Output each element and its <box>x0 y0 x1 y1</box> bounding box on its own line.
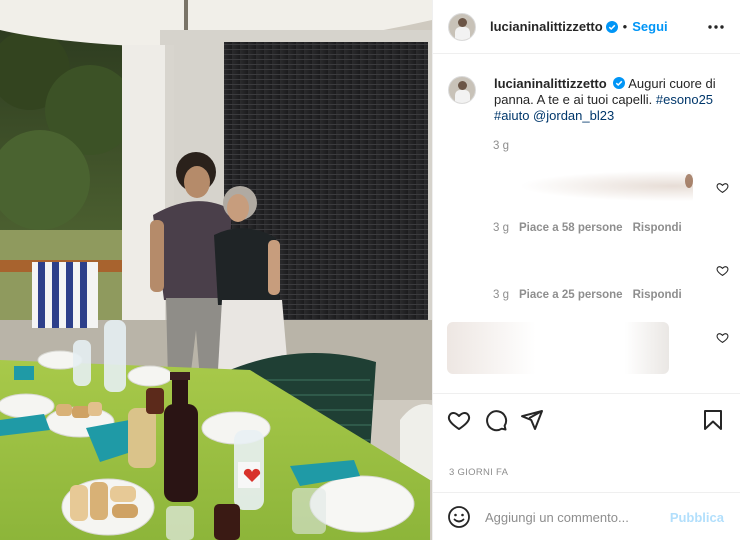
heart-icon[interactable] <box>447 408 471 432</box>
add-comment-bar: Pubblica <box>433 492 740 540</box>
caption-username[interactable]: lucianinalittizzetto <box>494 76 607 91</box>
verified-badge-icon <box>605 20 618 33</box>
comment-likes-count[interactable]: Piace a 25 persone <box>519 289 623 301</box>
caption-text: lucianinalittizzetto Auguri cuore di pan… <box>494 76 724 124</box>
comment-like-heart-icon[interactable] <box>716 264 729 277</box>
post-header: lucianinalittizzetto • Segui <box>433 0 740 54</box>
post-actions-bar <box>433 393 740 443</box>
mention-link[interactable]: @jordan_bl23 <box>533 108 614 123</box>
author-username[interactable]: lucianinalittizzetto <box>490 19 603 34</box>
hashtag-link[interactable]: #esono25 <box>656 92 713 107</box>
follow-button[interactable]: Segui <box>632 19 667 34</box>
comment-like-heart-icon[interactable] <box>716 331 729 344</box>
comment-reply-button[interactable]: Rispondi <box>633 222 682 234</box>
post-date: 3 GIORNI FA <box>449 467 509 478</box>
bookmark-icon[interactable] <box>701 408 725 432</box>
comment-time: 3 g <box>493 289 509 301</box>
emoji-icon[interactable] <box>447 505 471 529</box>
publish-button[interactable]: Pubblica <box>670 510 724 525</box>
post-side-panel: lucianinalittizzetto • Segui lucianinali… <box>432 0 740 540</box>
blurred-comment <box>447 322 669 374</box>
post-caption: lucianinalittizzetto Auguri cuore di pan… <box>448 76 728 124</box>
comment-meta: 3 g Piace a 58 persone Rispondi <box>493 222 682 234</box>
caption-avatar[interactable] <box>448 76 476 104</box>
post-photo[interactable] <box>0 0 432 540</box>
header-separator: • <box>622 19 628 34</box>
comment-meta: 3 g Piace a 25 persone Rispondi <box>493 289 682 301</box>
hashtag-link[interactable]: #aiuto <box>494 108 529 123</box>
verified-badge-icon <box>613 77 626 89</box>
blurred-comment <box>493 168 693 204</box>
comment-like-heart-icon[interactable] <box>716 181 729 194</box>
comment-input[interactable] <box>485 507 665 527</box>
author-avatar[interactable] <box>448 12 476 41</box>
comment-time: 3 g <box>493 222 509 234</box>
comments-list[interactable]: lucianinalittizzetto Auguri cuore di pan… <box>433 54 740 392</box>
send-icon[interactable] <box>520 408 544 432</box>
caption-time: 3 g <box>493 140 509 152</box>
more-horizontal-icon[interactable] <box>706 18 726 36</box>
blurred-comment-avatar <box>685 174 693 188</box>
comment-icon[interactable] <box>484 408 508 432</box>
photo-illustration <box>0 0 432 540</box>
comment-likes-count[interactable]: Piace a 58 persone <box>519 222 623 234</box>
comment-reply-button[interactable]: Rispondi <box>633 289 682 301</box>
